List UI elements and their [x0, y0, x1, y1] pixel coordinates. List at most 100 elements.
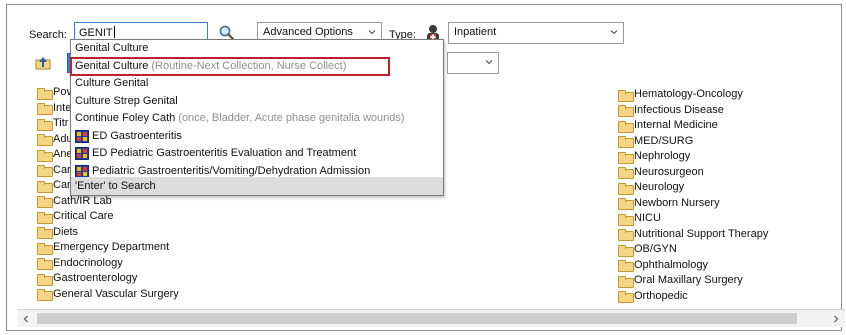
- folder-icon: [37, 289, 53, 302]
- folder-label: OB/GYN: [634, 243, 677, 255]
- folder-item[interactable]: NICU: [618, 211, 768, 227]
- folder-item[interactable]: Endocrinology: [37, 256, 179, 272]
- powerplan-icon: [75, 129, 89, 143]
- folder-icon: [37, 211, 53, 224]
- folder-label: Nutritional Support Therapy: [634, 227, 769, 240]
- powerplan-icon: [75, 147, 89, 161]
- folder-icon: [618, 198, 634, 211]
- folder-item[interactable]: MED/SURG: [618, 134, 768, 150]
- folder-icon: [618, 151, 634, 164]
- folder-icon: [618, 167, 634, 180]
- folder-item[interactable]: Newborn Nursery: [618, 196, 768, 212]
- folder-item[interactable]: Nutritional Support Therapy: [618, 227, 768, 243]
- folder-list-right: Hematology-Oncology Infectious Disease Int…: [618, 87, 768, 304]
- folder-icon: [618, 229, 634, 242]
- folder-icon: [37, 149, 53, 162]
- folder-item[interactable]: General Vascular Surgery: [37, 287, 179, 303]
- chevron-down-icon: [484, 57, 494, 67]
- folder-item[interactable]: Diets: [37, 225, 179, 241]
- suggestion-text: ED Gastroenteritis: [92, 129, 182, 142]
- folder-item[interactable]: Hematology-Oncology: [618, 87, 768, 103]
- folder-item[interactable]: Gastroenterology: [37, 271, 179, 287]
- folder-item[interactable]: Emergency Department: [37, 240, 179, 256]
- folder-icon: [37, 134, 53, 147]
- up-folder-button[interactable]: [31, 53, 53, 73]
- folder-label: Gastroenterology: [53, 272, 138, 284]
- folder-label: Neurology: [634, 181, 685, 193]
- folder-label: Orthopedic: [634, 289, 688, 302]
- suggestion-text: Culture Genital: [75, 77, 149, 89]
- folder-icon: [37, 273, 53, 286]
- folder-icon: [618, 105, 634, 118]
- folder-icon: [618, 120, 634, 133]
- horizontal-scrollbar[interactable]: [17, 309, 845, 327]
- suggestion-text: Continue Foley Cath: [75, 112, 176, 124]
- folder-icon: [37, 258, 53, 271]
- suggestion-item[interactable]: Continue Foley Cath (once, Bladder, Acute…: [71, 110, 443, 128]
- folder-icon: [618, 213, 634, 226]
- folder-item[interactable]: Orthopedic: [618, 289, 768, 305]
- folder-icon: [618, 244, 634, 257]
- folder-label: Critical Care: [53, 210, 114, 222]
- folder-label: General Vascular Surgery: [53, 287, 179, 300]
- folder-label: Car: [53, 179, 71, 191]
- folder-item[interactable]: Neurology: [618, 180, 768, 196]
- text-caret: [113, 26, 115, 38]
- search-label: Search:: [29, 29, 67, 41]
- folder-item[interactable]: Infectious Disease: [618, 103, 768, 119]
- search-input-value: GENIT: [79, 27, 113, 39]
- folder-icon: [618, 136, 634, 149]
- suggestion-text: Genital Culture: [75, 59, 149, 72]
- chevron-down-icon: [609, 27, 619, 37]
- folder-label: Hematology-Oncology: [634, 88, 743, 100]
- scroll-left-icon[interactable]: [21, 314, 31, 324]
- suggestion-item[interactable]: ED Gastroenteritis: [71, 128, 443, 146]
- folder-item[interactable]: Critical Care: [37, 209, 179, 225]
- folder-label: Diets: [53, 225, 79, 238]
- folder-view-dropdown[interactable]: [447, 52, 499, 74]
- folder-label: MED/SURG: [634, 134, 694, 147]
- suggestion-item[interactable]: Genital Culture: [71, 40, 443, 58]
- folder-icon: [37, 180, 53, 193]
- folder-icon: [37, 227, 53, 240]
- scrollbar-thumb[interactable]: [37, 313, 797, 324]
- folder-icon: [37, 87, 53, 100]
- folder-label: Nephrology: [634, 150, 691, 162]
- folder-item[interactable]: Ophthalmology: [618, 258, 768, 274]
- folder-icon: [37, 118, 53, 131]
- advanced-options-value: Advanced Options: [263, 26, 353, 38]
- folder-icon: [37, 103, 53, 116]
- folder-label: Newborn Nursery: [634, 196, 720, 209]
- folder-icon: [618, 182, 634, 195]
- chevron-down-icon: [367, 27, 377, 37]
- suggestion-item[interactable]: Culture Genital: [71, 75, 443, 93]
- folder-label: Inte: [53, 101, 72, 114]
- encounter-type-dropdown[interactable]: Inpatient: [448, 22, 624, 44]
- folder-label: Neurosurgeon: [634, 165, 704, 178]
- folder-icon: [618, 275, 634, 288]
- folder-label: Emergency Department: [53, 241, 170, 253]
- suggestion-item[interactable]: Culture Strep Genital: [71, 93, 443, 111]
- folder-item[interactable]: Internal Medicine: [618, 118, 768, 134]
- folder-label: Ophthalmology: [634, 258, 708, 271]
- folder-icon: [37, 196, 53, 209]
- folder-item[interactable]: Nephrology: [618, 149, 768, 165]
- search-suggestions-dropdown: Genital Culture Genital Culture (Routine-N…: [70, 39, 444, 196]
- suggestion-detail: (once, Bladder, Acute phase genitalia wo…: [178, 112, 405, 124]
- folder-item[interactable]: OB/GYN: [618, 242, 768, 258]
- folder-icon: [37, 242, 53, 255]
- suggestion-item[interactable]: Genital Culture (Routine-Next Collection,…: [70, 56, 390, 76]
- folder-label: Titr: [53, 117, 69, 129]
- folder-icon: [618, 260, 634, 273]
- scroll-right-icon[interactable]: [831, 314, 841, 324]
- folder-item[interactable]: Neurosurgeon: [618, 165, 768, 181]
- folder-icon: [618, 291, 634, 304]
- suggestion-text: ED Pediatric Gastroenteritis Evaluation …: [92, 147, 357, 159]
- folder-item[interactable]: Oral Maxillary Surgery: [618, 273, 768, 289]
- suggestion-detail: (Routine-Next Collection, Nurse Collect): [151, 59, 347, 72]
- suggestion-item[interactable]: ED Pediatric Gastroenteritis Evaluation …: [71, 145, 443, 163]
- folder-label: NICU: [634, 212, 661, 224]
- enter-to-search-hint[interactable]: 'Enter' to Search: [71, 177, 443, 195]
- suggestion-text: Genital Culture: [75, 42, 149, 54]
- folder-label: Endocrinology: [53, 256, 123, 269]
